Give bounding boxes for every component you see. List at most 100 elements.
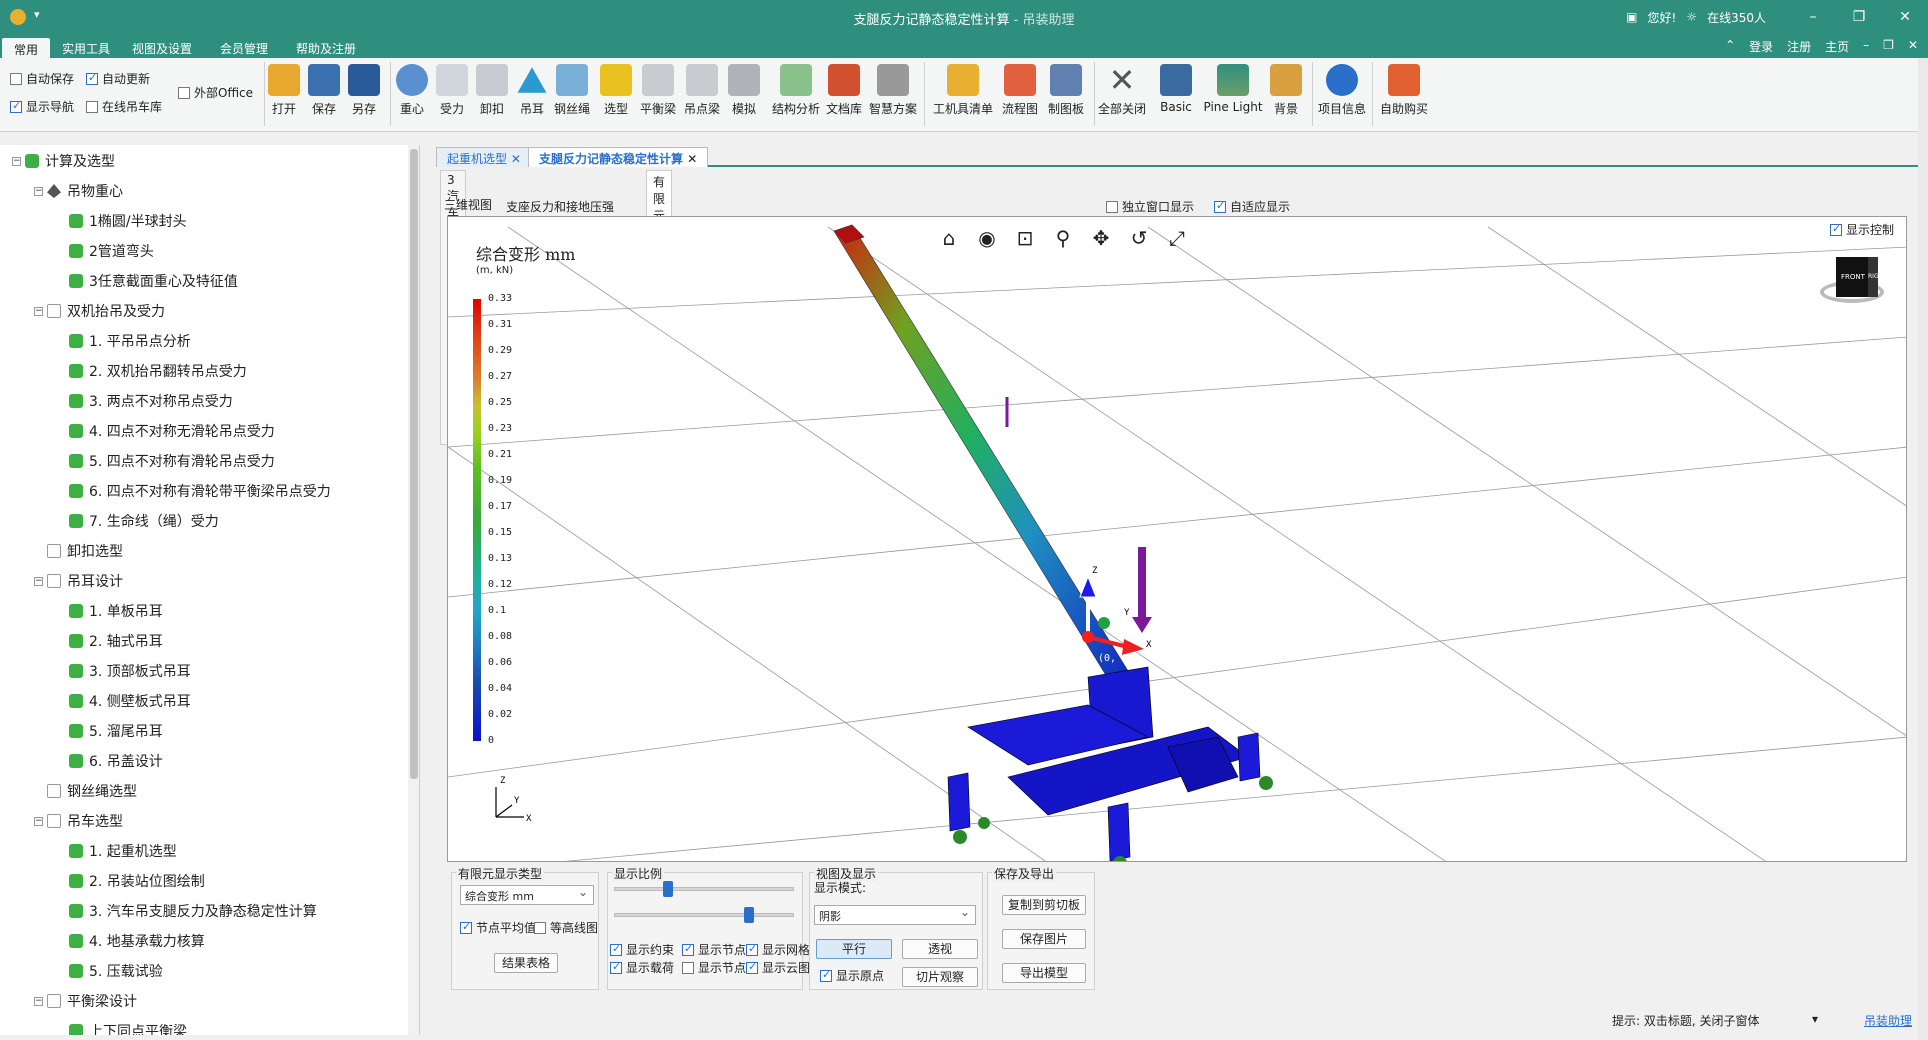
export-model-button[interactable]: 导出模型 — [1002, 963, 1086, 983]
tree-item[interactable]: 3. 顶部板式吊耳 — [69, 661, 191, 681]
tree-item[interactable]: 1. 平吊吊点分析 — [69, 331, 191, 351]
tab-crane-selection[interactable]: 起重机选型 ✕ — [436, 147, 532, 167]
perspective-button[interactable]: 透视 — [902, 939, 978, 959]
online-crane-db-checkbox[interactable]: 在线吊车库 — [86, 98, 162, 115]
tab-view-settings[interactable]: 视图及设置 — [120, 37, 204, 60]
login-link[interactable]: 登录 — [1749, 38, 1773, 55]
mdi-restore-icon[interactable]: ❐ — [1883, 38, 1894, 55]
tab-membership[interactable]: 会员管理 — [208, 37, 280, 60]
save-image-button[interactable]: 保存图片 — [1002, 929, 1086, 949]
tree-item[interactable]: 1. 单板吊耳 — [69, 601, 163, 621]
lifting-beam-button[interactable]: 吊点梁 — [682, 64, 722, 117]
home-icon[interactable]: ⌂ — [936, 225, 962, 251]
structural-analysis-button[interactable]: 结构分析 — [772, 64, 820, 117]
tree-item[interactable]: − 计算及选型 — [12, 151, 115, 171]
show-origin-checkbox[interactable]: 显示原点 — [820, 967, 884, 984]
tree-item[interactable]: − 双机抬吊及受力 — [34, 301, 165, 321]
tree-item[interactable]: 4. 四点不对称无滑轮吊点受力 — [69, 421, 275, 441]
status-dropdown-icon[interactable]: ▾ — [1812, 1012, 1818, 1026]
tree-item[interactable]: 2. 双机抬吊翻转吊点受力 — [69, 361, 247, 381]
tab-help-register[interactable]: 帮助及注册 — [284, 37, 368, 60]
result-table-button[interactable]: 结果表格 — [494, 953, 558, 973]
collapse-icon[interactable]: − — [34, 306, 43, 316]
standalone-window-checkbox[interactable]: 独立窗口显示 — [1106, 198, 1194, 215]
tree-item[interactable]: 7. 生命线（绳）受力 — [69, 511, 219, 531]
scale-slider-2[interactable] — [614, 913, 794, 917]
pan-icon[interactable]: ✥ — [1088, 225, 1114, 251]
wire-rope-button[interactable]: 钢丝绳 — [552, 64, 592, 117]
orbit-icon[interactable]: ◉ — [974, 225, 1000, 251]
autosave-checkbox[interactable]: 自动保存 — [10, 70, 74, 87]
window-scrollbar[interactable] — [1918, 58, 1928, 1040]
restore-button[interactable]: ❐ — [1836, 9, 1882, 25]
show-mesh-checkbox[interactable]: 显示网格 — [746, 941, 810, 958]
slice-view-button[interactable]: 切片观察 — [902, 967, 978, 987]
close-all-button[interactable]: ✕ 全部关闭 — [1096, 64, 1148, 117]
show-load-checkbox[interactable]: 显示载荷 — [610, 959, 674, 976]
3d-viewport[interactable]: Z X Y (0, 0) Z X Y 综合变形 mm (m, kN) 0.33 0… — [447, 216, 1907, 862]
status-link[interactable]: 吊装助理 — [1864, 1012, 1912, 1029]
tree-item[interactable]: 4. 侧壁板式吊耳 — [69, 691, 191, 711]
tab-utilities[interactable]: 实用工具 — [50, 37, 122, 60]
parallel-button[interactable]: 平行 — [816, 939, 892, 959]
close-button[interactable]: ✕ — [1882, 9, 1928, 25]
save-button[interactable]: 保存 — [304, 64, 344, 117]
tree-item[interactable]: 4. 地基承载力核算 — [69, 931, 205, 951]
mdi-minimize-icon[interactable]: – — [1863, 38, 1869, 55]
show-nodes-checkbox[interactable]: 显示节点 — [682, 941, 746, 958]
spreader-beam-button[interactable]: 平衡梁 — [638, 64, 678, 117]
background-button[interactable]: 背景 — [1266, 64, 1306, 117]
collapse-icon[interactable]: − — [12, 156, 21, 166]
tree-item[interactable]: 6. 吊盖设计 — [69, 751, 163, 771]
force-button[interactable]: 受力 — [432, 64, 472, 117]
scale-slider-1-thumb[interactable] — [663, 881, 673, 897]
show-cloud-checkbox[interactable]: 显示云图 — [746, 959, 810, 976]
tree-item[interactable]: − 吊车选型 — [34, 811, 123, 831]
scale-slider-2-thumb[interactable] — [744, 907, 754, 923]
tree-item[interactable]: 1. 起重机选型 — [69, 841, 177, 861]
tab-outrigger-stability[interactable]: 支腿反力记静态稳定性计算 ✕ — [528, 147, 709, 167]
basic-theme-button[interactable]: Basic — [1154, 64, 1198, 114]
fit-all-icon[interactable]: ⤢ — [1164, 225, 1190, 251]
display-mode-select[interactable]: 阴影 — [814, 905, 976, 925]
show-control-checkbox[interactable]: 显示控制 — [1829, 221, 1894, 238]
flowchart-button[interactable]: 流程图 — [998, 64, 1042, 117]
node-average-checkbox[interactable]: 节点平均值 — [460, 919, 536, 936]
scale-slider-1[interactable] — [614, 887, 794, 891]
register-link[interactable]: 注册 — [1787, 38, 1811, 55]
tree-item[interactable]: 5. 四点不对称有滑轮吊点受力 — [69, 451, 275, 471]
tree-item[interactable]: 2管道弯头 — [69, 241, 154, 261]
contour-checkbox[interactable]: 等高线图 — [534, 919, 598, 936]
display-type-select[interactable]: 综合变形 mm — [460, 885, 594, 905]
tree-item[interactable]: 1椭圆/半球封头 — [69, 211, 187, 231]
selection-button[interactable]: 选型 — [596, 64, 636, 117]
adaptive-display-checkbox[interactable]: 自适应显示 — [1214, 198, 1290, 215]
tree-item[interactable]: 3. 两点不对称吊点受力 — [69, 391, 233, 411]
tree-item[interactable]: 5. 压载试验 — [69, 961, 163, 981]
tree-item[interactable]: 卸扣选型 — [47, 541, 123, 561]
minimize-button[interactable]: – — [1790, 9, 1836, 25]
tree-item[interactable]: − 吊物重心 — [34, 181, 123, 201]
save-as-button[interactable]: 另存 — [344, 64, 384, 117]
tree-scroll-thumb[interactable] — [410, 149, 418, 779]
tree-scrollbar[interactable] — [408, 145, 419, 1035]
project-info-button[interactable]: 项目信息 — [1316, 64, 1368, 117]
tree-item[interactable]: − 平衡梁设计 — [34, 991, 137, 1011]
shackle-button[interactable]: 卸扣 — [472, 64, 512, 117]
show-nav-checkbox[interactable]: 显示导航 — [10, 98, 74, 115]
drawing-board-button[interactable]: 制图板 — [1044, 64, 1088, 117]
rotate-icon[interactable]: ↺ — [1126, 225, 1152, 251]
autoupdate-checkbox[interactable]: 自动更新 — [86, 70, 150, 87]
copy-clipboard-button[interactable]: 复制到剪切板 — [1002, 895, 1086, 915]
tree-item[interactable]: 3. 汽车吊支腿反力及静态稳定性计算 — [69, 901, 317, 921]
nav-cube[interactable]: FRONT RIGHT — [1820, 253, 1884, 309]
tree-item[interactable]: 2. 吊装站位图绘制 — [69, 871, 205, 891]
show-constraint-checkbox[interactable]: 显示约束 — [610, 941, 674, 958]
mdi-close-icon[interactable]: ✕ — [1908, 38, 1918, 55]
zoom-icon[interactable]: ⚲ — [1050, 225, 1076, 251]
tree-item[interactable]: 3任意截面重心及特征值 — [69, 271, 238, 291]
collapse-icon[interactable]: − — [34, 816, 43, 826]
close-tab-icon[interactable]: ✕ — [687, 152, 697, 166]
tree-item[interactable]: 上下同点平衡梁 — [69, 1021, 187, 1035]
tree-item[interactable]: − 吊耳设计 — [34, 571, 123, 591]
